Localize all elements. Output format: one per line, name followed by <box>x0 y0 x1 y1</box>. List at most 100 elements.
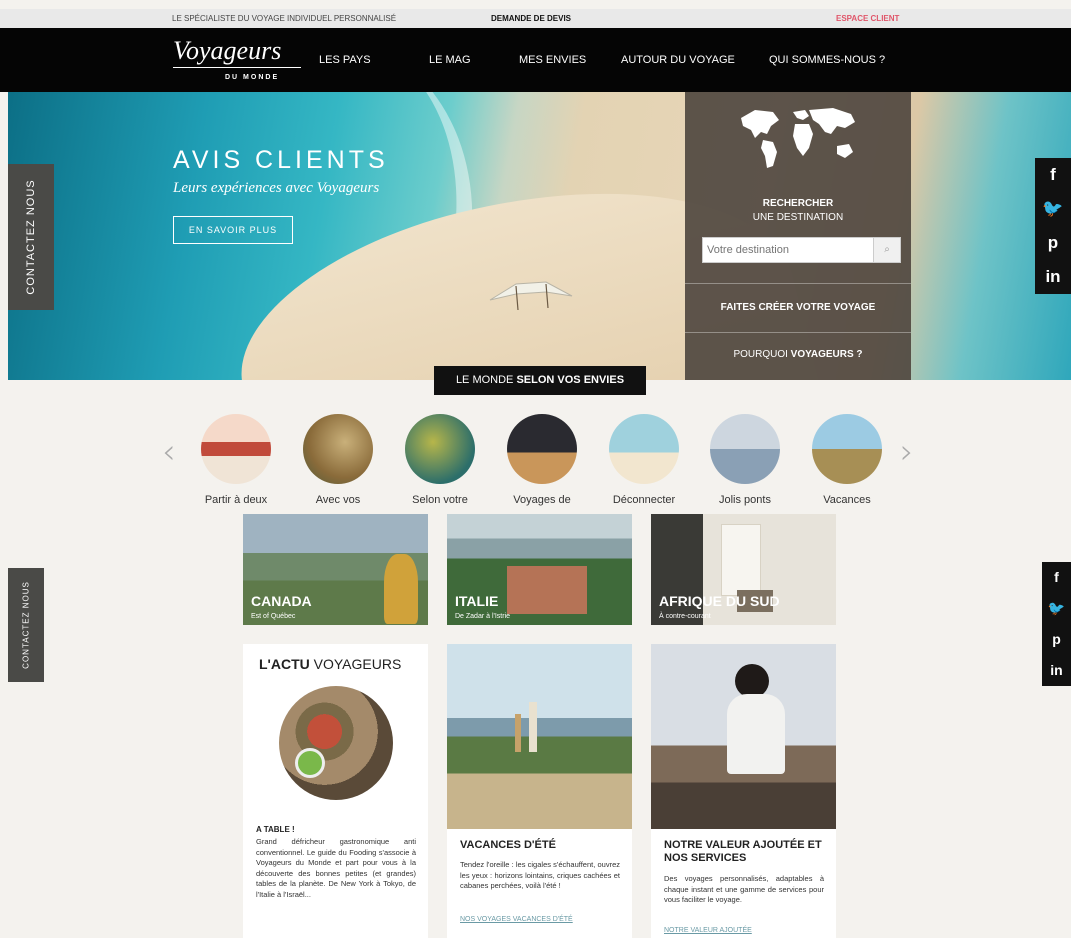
tile-name: ITALIE <box>455 593 499 609</box>
ete-link[interactable]: NOS VOYAGES VACANCES D'ÉTÉ <box>460 916 573 923</box>
ete-image <box>447 644 632 829</box>
panel-divider <box>685 283 911 284</box>
pinterest-icon[interactable]: p <box>1042 624 1071 655</box>
carousel-item[interactable]: Déconnecter <box>594 414 694 506</box>
valeur-card[interactable]: NOTRE VALEUR AJOUTÉE ET NOS SERVICES Des… <box>651 644 836 938</box>
top-strip: LE SPÉCIALISTE DU VOYAGE INDIVIDUEL PERS… <box>0 9 1071 28</box>
carousel-image <box>507 414 577 484</box>
espace-client-link[interactable]: ESPACE CLIENT <box>836 14 899 23</box>
shirt-shape <box>727 694 785 774</box>
tile-afrique-du-sud[interactable]: AFRIQUE DU SUD À contre-courant <box>651 514 836 625</box>
logo-underline <box>173 67 301 68</box>
facebook-icon[interactable]: f <box>1042 562 1071 593</box>
contact-tab-small[interactable]: CONTACTEZ NOUS <box>8 568 44 682</box>
carousel-image <box>812 414 882 484</box>
en-savoir-plus-button[interactable]: EN SAVOIR PLUS <box>173 216 293 244</box>
creer-voyage-link[interactable]: FAITES CRÉER VOTRE VOYAGE <box>685 302 911 313</box>
nav-qui-sommes-nous[interactable]: QUI SOMMES-NOUS ? <box>769 54 885 66</box>
hero-subtitle: Leurs expériences avec Voyageurs <box>173 180 380 196</box>
linkedin-icon[interactable]: in <box>1042 655 1071 686</box>
social-bar: f 🐦 p in <box>1035 158 1071 294</box>
tile-sub: De Zadar à l'Istrie <box>455 613 511 620</box>
carousel-item[interactable]: Voyages de <box>492 414 592 506</box>
linkedin-icon[interactable]: in <box>1035 260 1071 294</box>
window-shape <box>721 524 761 596</box>
carousel-image <box>303 414 373 484</box>
head-shape <box>735 664 769 698</box>
nav-le-mag[interactable]: LE MAG <box>429 54 471 66</box>
bowl-shape <box>295 748 325 778</box>
facebook-icon[interactable]: f <box>1035 158 1071 192</box>
logo-sub: DU MONDE <box>225 74 280 81</box>
pourquoi-voyageurs-link[interactable]: POURQUOI VOYAGEURS ? <box>685 349 911 360</box>
ete-text: Tendez l'oreille : les cigales s'échauff… <box>460 860 620 890</box>
twitter-icon[interactable]: 🐦 <box>1042 593 1071 624</box>
pinterest-icon[interactable]: p <box>1035 226 1071 260</box>
logo-text: Voyageurs <box>173 36 282 65</box>
carousel-image <box>710 414 780 484</box>
tile-name: CANADA <box>251 593 312 609</box>
carousel-label: Déconnecter <box>612 494 676 506</box>
search-panel: RECHERCHER UNE DESTINATION ⌕ FAITES CRÉE… <box>685 92 911 380</box>
carousel-image <box>609 414 679 484</box>
tile-canada[interactable]: CANADA Est of Québec <box>243 514 428 625</box>
nav-autour-du-voyage[interactable]: AUTOUR DU VOYAGE <box>621 54 735 66</box>
carousel-item[interactable]: Avec vos <box>288 414 388 506</box>
tile-italie[interactable]: ITALIE De Zadar à l'Istrie <box>447 514 632 625</box>
carousel-item[interactable]: Vacances <box>797 414 897 506</box>
page: LE SPÉCIALISTE DU VOYAGE INDIVIDUEL PERS… <box>0 0 1071 938</box>
contact-tab[interactable]: CONTACTEZ NOUS <box>8 164 54 310</box>
valeur-image <box>651 644 836 829</box>
tile-sub: À contre-courant <box>659 613 711 620</box>
person-shape <box>529 702 537 752</box>
search-subtitle: UNE DESTINATION <box>752 212 844 223</box>
valeur-link[interactable]: NOTRE VALEUR AJOUTÉE <box>664 927 752 934</box>
carousel-label: Selon votre <box>412 494 468 506</box>
carousel-prev-icon[interactable]: ‹ <box>162 434 176 470</box>
carousel-label: Jolis ponts <box>719 494 771 506</box>
ete-card[interactable]: VACANCES D'ÉTÉ Tendez l'oreille : les ci… <box>447 644 632 938</box>
building-shape <box>507 566 587 614</box>
valeur-text: Des voyages personnalisés, adaptables à … <box>664 874 824 904</box>
search-icon[interactable]: ⌕ <box>873 237 901 263</box>
tent-graphic <box>489 281 573 311</box>
monde-banner: LE MONDE SELON VOS ENVIES <box>434 366 646 395</box>
actu-card[interactable]: L'ACTU VOYAGEURS A TABLE ! Grand défrich… <box>243 644 428 938</box>
hero-title: AVIS CLIENTS <box>173 146 389 174</box>
main-nav: Voyageurs DU MONDE LES PAYS LE MAG MES E… <box>0 28 1071 92</box>
world-map-icon <box>741 108 855 168</box>
carousel-item[interactable]: Selon votre <box>390 414 490 506</box>
contact-tab-label: CONTACTEZ NOUS <box>25 179 37 295</box>
devis-link[interactable]: DEMANDE DE DEVIS <box>491 14 571 23</box>
actu-text: Grand défricheur gastronomique anti conv… <box>256 837 416 899</box>
monde-bold: SELON VOS ENVIES <box>516 374 625 386</box>
panel-divider <box>685 332 911 333</box>
actu-image <box>279 686 393 800</box>
monde-prefix: LE MONDE <box>455 374 517 386</box>
logo[interactable]: Voyageurs DU MONDE <box>173 37 303 85</box>
carousel-item[interactable]: Partir à deux <box>186 414 286 506</box>
social-bar-small: f 🐦 p in <box>1042 562 1071 686</box>
envies-carousel: ‹ Partir à deux Avec vos Selon votre Voy… <box>0 400 1071 512</box>
contact-tab-label: CONTACTEZ NOUS <box>21 581 31 669</box>
hero-banner <box>8 92 1071 380</box>
nav-les-pays[interactable]: LES PAYS <box>319 54 371 66</box>
carousel-label: Voyages de <box>513 494 571 506</box>
actu-title-rest: VOYAGEURS <box>309 656 402 672</box>
carousel-next-icon[interactable]: › <box>900 434 914 470</box>
ete-title: VACANCES D'ÉTÉ <box>460 839 556 851</box>
carousel-image <box>201 414 271 484</box>
tree-shape <box>384 554 418 624</box>
carousel-label: Partir à deux <box>204 494 268 506</box>
person-shape <box>515 714 521 752</box>
nav-mes-envies[interactable]: MES ENVIES <box>519 54 586 66</box>
twitter-icon[interactable]: 🐦 <box>1035 192 1071 226</box>
actu-title: L'ACTU VOYAGEURS <box>259 656 401 672</box>
tagline: LE SPÉCIALISTE DU VOYAGE INDIVIDUEL PERS… <box>172 14 397 23</box>
carousel-item[interactable]: Jolis ponts <box>695 414 795 506</box>
pourquoi-prefix: POURQUOI <box>733 349 791 360</box>
actu-heading: A TABLE ! <box>256 825 295 834</box>
tile-sub: Est of Québec <box>251 613 296 620</box>
pourquoi-bold: VOYAGEURS ? <box>790 349 863 360</box>
destination-search-input[interactable] <box>702 237 875 263</box>
